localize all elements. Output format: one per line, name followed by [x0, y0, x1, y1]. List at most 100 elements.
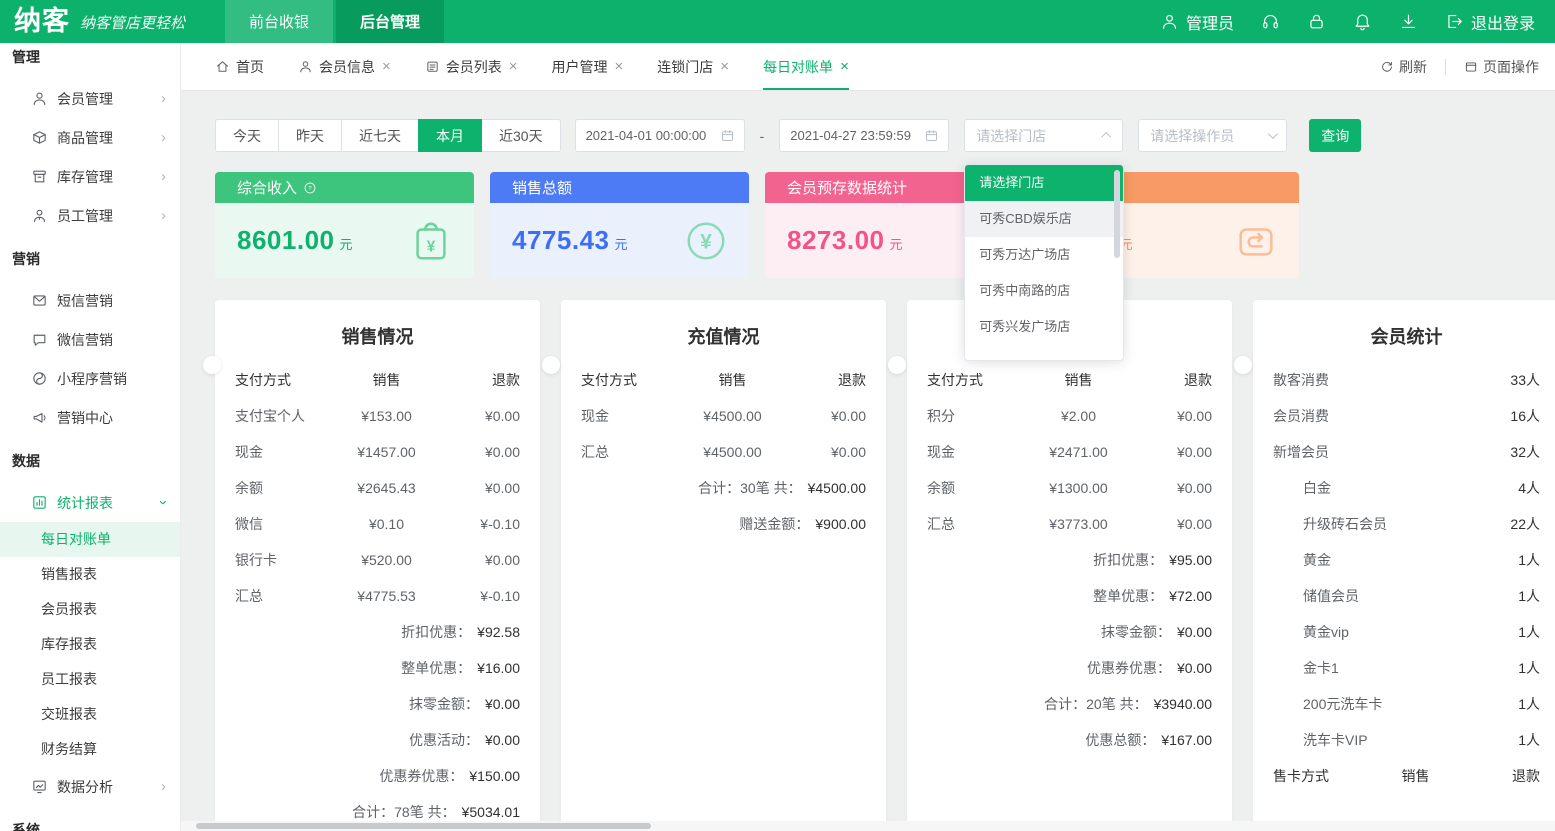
user-icon — [1160, 12, 1179, 31]
admin-user[interactable]: 管理员 — [1160, 10, 1234, 34]
tab-chain-stores[interactable]: 连锁门店 × — [657, 43, 729, 90]
sidebar-item-data-analysis[interactable]: 数据分析 › — [0, 767, 180, 806]
sidebar-item-daily-statement[interactable]: 每日对账单 — [0, 522, 180, 557]
sidebar-item-wechat-marketing[interactable]: 微信营销 — [0, 320, 180, 359]
divider — [1445, 59, 1446, 75]
sidebar-item-report-parent[interactable]: 统计报表 › — [0, 483, 180, 522]
top-header: 纳客 纳客管店更轻松 前台收银 后台管理 管理员 退出登录 — [0, 0, 1555, 43]
sidebar-section-marketing: 营销 — [0, 235, 180, 281]
summary-line: 折扣优惠：¥95.00 — [927, 542, 1212, 578]
notifications-button[interactable] — [1353, 12, 1372, 31]
end-date-input[interactable] — [790, 128, 924, 143]
nav-front-cashier[interactable]: 前台收银 — [225, 0, 333, 43]
close-tab-icon[interactable]: × — [615, 58, 624, 75]
range-today-button[interactable]: 今天 — [215, 119, 279, 152]
card-header: 综合收入 ? — [215, 172, 474, 203]
search-button[interactable]: 查询 — [1309, 119, 1361, 152]
panel-notch — [888, 356, 906, 374]
download-icon — [1399, 12, 1418, 31]
download-button[interactable] — [1399, 12, 1418, 31]
sidebar-item-goods-mgmt[interactable]: 商品管理 › — [0, 118, 180, 157]
date-range-separator: - — [760, 128, 765, 144]
svg-text:?: ? — [308, 186, 312, 192]
page-operations-button[interactable]: 页面操作 — [1464, 57, 1539, 77]
close-tab-icon[interactable]: × — [720, 58, 729, 75]
panel-title: 充值情况 — [581, 300, 866, 351]
filter-bar: 今天 昨天 近七天 本月 近30天 - 请选择门店 — [215, 119, 1555, 152]
sidebar-item-sales-report[interactable]: 销售报表 — [0, 557, 180, 592]
support-button[interactable] — [1261, 12, 1280, 31]
tab-member-list[interactable]: 会员列表 × — [425, 43, 518, 90]
store-option[interactable]: 可秀兴发广场店 — [965, 309, 1123, 345]
close-tab-icon[interactable]: × — [509, 58, 518, 75]
operator-select[interactable]: 请选择操作员 — [1138, 119, 1287, 152]
horizontal-scrollbar-thumb[interactable] — [196, 823, 651, 829]
operator-select-placeholder: 请选择操作员 — [1150, 126, 1234, 146]
sidebar-item-miniprogram-marketing[interactable]: 小程序营销 — [0, 359, 180, 398]
summary-line: 优惠券优惠：¥150.00 — [235, 758, 520, 794]
store-option[interactable]: 可秀万达广场店 — [965, 237, 1123, 273]
horizontal-scrollbar[interactable] — [181, 821, 1555, 831]
summary-line: 赠送金额：¥900.00 — [581, 506, 866, 542]
dropdown-scrollbar[interactable] — [1114, 170, 1120, 258]
sales-value: 4775.43 — [512, 225, 609, 255]
member-stat-row: 黄金vip1人 — [1273, 614, 1540, 650]
range-yesterday-button[interactable]: 昨天 — [278, 119, 342, 152]
store-option[interactable]: 请选择门店 — [965, 165, 1123, 201]
sidebar-item-shift-report[interactable]: 交班报表 — [0, 697, 180, 732]
lock-icon — [1307, 12, 1326, 31]
tab-home[interactable]: 首页 — [215, 43, 264, 90]
table-row: 余额¥1300.00¥0.00 — [927, 470, 1212, 506]
sidebar-item-stock-report[interactable]: 库存报表 — [0, 627, 180, 662]
sidebar-item-stock-mgmt[interactable]: 库存管理 › — [0, 157, 180, 196]
table-header: 支付方式 销售 退款 — [581, 362, 866, 398]
home-icon — [215, 59, 230, 74]
unit-label: 元 — [339, 237, 353, 252]
start-date-picker[interactable] — [575, 119, 745, 152]
tab-member-info[interactable]: 会员信息 × — [298, 43, 391, 90]
range-7days-button[interactable]: 近七天 — [341, 119, 419, 152]
sidebar-item-staff-report[interactable]: 员工报表 — [0, 662, 180, 697]
table-row: 汇总¥3773.00¥0.00 — [927, 506, 1212, 542]
close-tab-icon[interactable]: × — [382, 58, 391, 75]
sidebar-item-member-report[interactable]: 会员报表 — [0, 592, 180, 627]
lock-button[interactable] — [1307, 12, 1326, 31]
store-select[interactable]: 请选择门店 请选择门店 可秀CBD娱乐店 可秀万达广场店 可秀中南路的店 可秀兴… — [964, 119, 1123, 152]
card-body: 4775.43元 ¥ — [490, 203, 749, 278]
sidebar-item-marketing-center[interactable]: 营销中心 — [0, 398, 180, 437]
refund-card-icon — [1233, 218, 1279, 264]
help-icon[interactable]: ? — [303, 181, 317, 195]
sidebar-item-member-mgmt[interactable]: 会员管理 › — [0, 79, 180, 118]
store-option[interactable]: 可秀中南路的店 — [965, 273, 1123, 309]
member-stat-row: 黄金1人 — [1273, 542, 1540, 578]
store-option[interactable]: 可秀CBD娱乐店 — [965, 201, 1123, 237]
chevron-up-icon — [1101, 132, 1111, 142]
sidebar-item-finance-settlement[interactable]: 财务结算 — [0, 732, 180, 767]
panel-member-consume: 会员消费情况 支付方式 销售 退款 积分¥2.00¥0.00 现金¥2471.0… — [907, 300, 1232, 831]
sidebar: 管理 会员管理 › 商品管理 › 库存管理 › 员工管理 › 营销 短信营销 — [0, 43, 181, 831]
sidebar-item-staff-mgmt[interactable]: 员工管理 › — [0, 196, 180, 235]
logout-button[interactable]: 退出登录 — [1445, 10, 1535, 34]
coin-yen-icon: ¥ — [683, 218, 729, 264]
table-header: 支付方式 销售 退款 — [235, 362, 520, 398]
close-tab-icon[interactable]: × — [840, 58, 849, 75]
summary-line: 合计：30笔 共：¥4500.00 — [581, 470, 866, 506]
tab-user-mgmt[interactable]: 用户管理 × — [552, 43, 624, 90]
member-stat-row: 散客消费33人 — [1273, 362, 1540, 398]
range-this-month-button[interactable]: 本月 — [418, 119, 482, 152]
inventory-icon — [31, 168, 48, 185]
panel-notch — [203, 356, 221, 374]
end-date-picker[interactable] — [779, 119, 949, 152]
summary-line: 整单优惠：¥72.00 — [927, 578, 1212, 614]
nav-backoffice[interactable]: 后台管理 — [336, 0, 444, 43]
chevron-right-icon: › — [161, 130, 166, 145]
staff-icon — [31, 207, 48, 224]
table-row: 银行卡¥520.00¥0.00 — [235, 542, 520, 578]
sidebar-item-sms-marketing[interactable]: 短信营销 — [0, 281, 180, 320]
range-30days-button[interactable]: 近30天 — [481, 119, 561, 152]
table-row: 汇总¥4500.00¥0.00 — [581, 434, 866, 470]
start-date-input[interactable] — [586, 128, 720, 143]
tab-daily-statement[interactable]: 每日对账单 × — [763, 43, 849, 90]
members-icon — [31, 90, 48, 107]
refresh-button[interactable]: 刷新 — [1380, 57, 1427, 77]
